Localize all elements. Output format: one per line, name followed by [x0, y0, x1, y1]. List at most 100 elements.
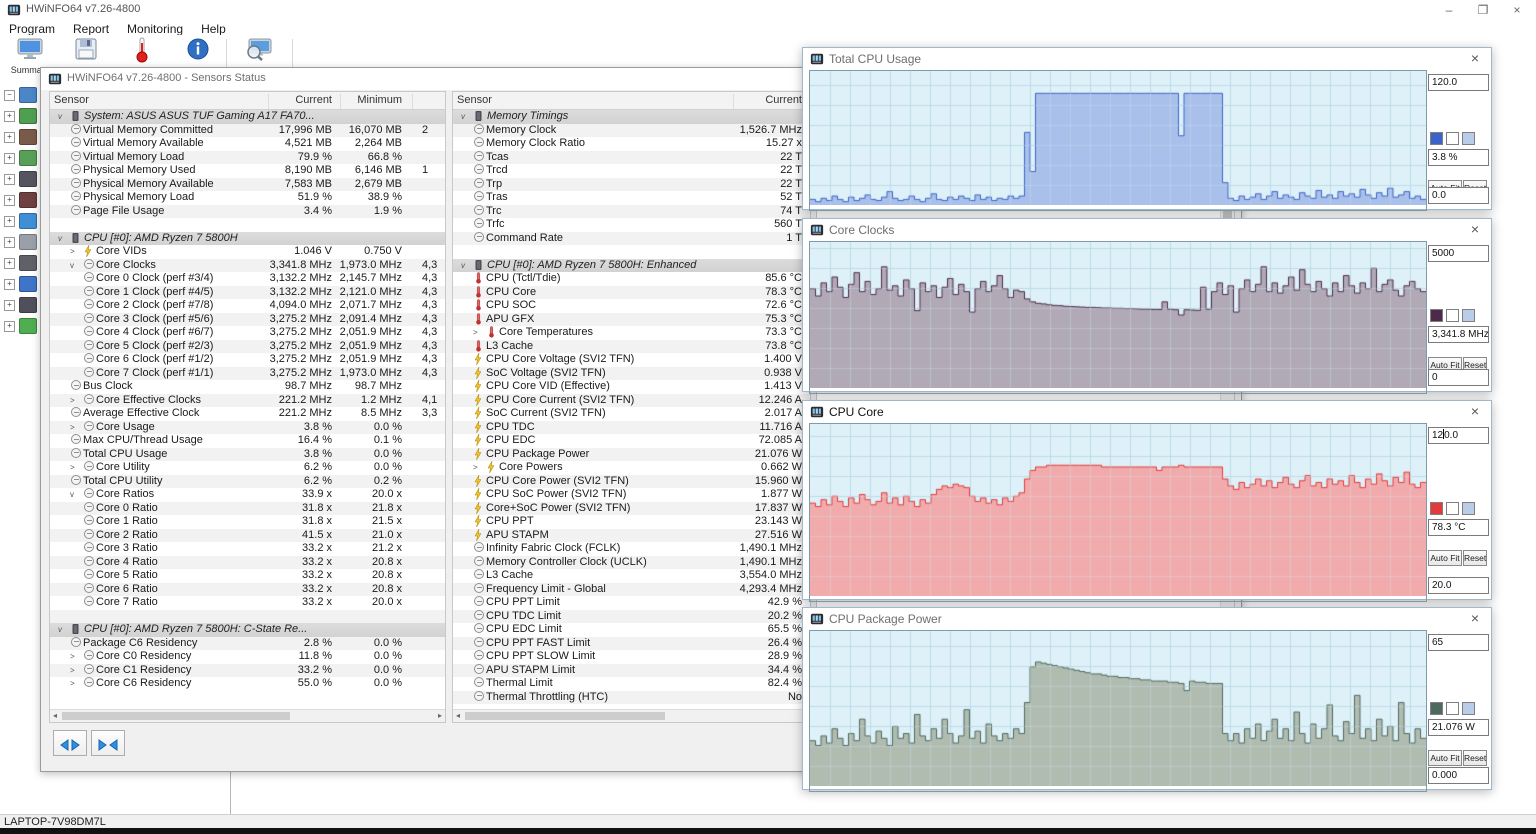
sensor-row[interactable]: Core 4 Ratio33.2 x20.8 x — [50, 556, 445, 570]
sensor-row[interactable]: >Core VIDs1.046 V0.750 V — [50, 245, 445, 259]
sensor-row[interactable]: Core 3 Clock (perf #5/6)3,275.2 MHz2,091… — [50, 313, 445, 327]
graph-titlebar[interactable]: CPU Core× — [803, 401, 1491, 423]
sensor-row[interactable]: Core 0 Clock (perf #3/4)3,132.2 MHz2,145… — [50, 272, 445, 286]
sensor-row[interactable]: >Core Utility6.2 %0.0 % — [50, 461, 445, 475]
collapse-icon[interactable]: − — [4, 90, 15, 101]
chevron-right-icon[interactable]: > — [70, 461, 75, 475]
expand-icon[interactable]: + — [4, 153, 15, 164]
chevron-down-icon[interactable]: v — [461, 259, 465, 273]
expand-icon[interactable]: + — [4, 216, 15, 227]
sensor-row[interactable]: Frequency Limit - Global4,293.4 MHz — [453, 583, 810, 597]
sensor-row[interactable]: Core 2 Ratio41.5 x21.0 x — [50, 529, 445, 543]
auto-fit-button[interactable]: Auto Fit — [1428, 750, 1462, 766]
chevron-down-icon[interactable]: v — [461, 110, 465, 124]
sensor-row[interactable]: CPU Core Power (SVI2 TFN)15.960 W — [453, 475, 810, 489]
line-color-swatch[interactable] — [1430, 502, 1443, 515]
expand-icon[interactable]: + — [4, 132, 15, 143]
sensor-row[interactable]: Trp22 T — [453, 178, 810, 192]
sensor-row[interactable]: CPU Package Power21.076 W — [453, 448, 810, 462]
tree-item-video-adapter[interactable]: + — [2, 191, 40, 209]
tree-item-bus[interactable]: + — [2, 170, 40, 188]
close-icon[interactable]: × — [1467, 610, 1483, 626]
sensor-row[interactable]: Trc74 T — [453, 205, 810, 219]
sensor-row[interactable]: Thermal Throttling (HTC)No — [453, 691, 810, 705]
sensor-row[interactable]: CPU PPT23.143 W — [453, 515, 810, 529]
graph-titlebar[interactable]: Core Clocks× — [803, 219, 1491, 241]
chevron-down-icon[interactable]: v — [58, 623, 62, 637]
sensor-row[interactable]: Bus Clock98.7 MHz98.7 MHz — [50, 380, 445, 394]
sensor-row[interactable]: Infinity Fabric Clock (FCLK)1,490.1 MHz — [453, 542, 810, 556]
sensor-row[interactable]: vCore Ratios33.9 x20.0 x — [50, 488, 445, 502]
sensor-row[interactable]: Physical Memory Load51.9 %38.9 % — [50, 191, 445, 205]
chevron-down-icon[interactable]: v — [58, 232, 62, 246]
sensor-row[interactable]: CPU SoC Power (SVI2 TFN)1.877 W — [453, 488, 810, 502]
sensor-row[interactable]: Package C6 Residency2.8 %0.0 % — [50, 637, 445, 651]
sensor-row[interactable]: Core 7 Ratio33.2 x20.0 x — [50, 596, 445, 610]
sensor-row[interactable]: Core 1 Clock (perf #4/5)3,132.2 MHz2,121… — [50, 286, 445, 300]
expand-icon[interactable]: + — [4, 237, 15, 248]
tree-item-memory[interactable]: + — [2, 149, 40, 167]
sensor-row[interactable]: Total CPU Utility6.2 %0.2 % — [50, 475, 445, 489]
sensor-row[interactable]: >Core Usage3.8 %0.0 % — [50, 421, 445, 435]
sensor-row[interactable]: Core 2 Clock (perf #7/8)4,094.0 MHz2,071… — [50, 299, 445, 313]
tree-item-audio[interactable]: + — [2, 254, 40, 272]
sensor-row[interactable]: vCPU [#0]: AMD Ryzen 7 5800H: C-State Re… — [50, 623, 445, 637]
sensor-row[interactable]: >Core C6 Residency55.0 %0.0 % — [50, 677, 445, 691]
sensor-row[interactable]: Tcas22 T — [453, 151, 810, 165]
line-color-swatch[interactable] — [1430, 132, 1443, 145]
sensor-row[interactable]: Tras52 T — [453, 191, 810, 205]
horizontal-scrollbar[interactable]: ◂▸ — [50, 709, 445, 722]
sensor-row[interactable]: Virtual Memory Available4,521 MB2,264 MB — [50, 137, 445, 151]
sensor-row[interactable]: Core 4 Clock (perf #6/7)3,275.2 MHz2,051… — [50, 326, 445, 340]
graph-titlebar[interactable]: Total CPU Usage× — [803, 48, 1491, 70]
sensor-row[interactable]: Virtual Memory Load79.9 %66.8 % — [50, 151, 445, 165]
chevron-right-icon[interactable]: > — [70, 394, 75, 408]
sensor-row[interactable]: APU STAPM Limit34.4 % — [453, 664, 810, 678]
expand-icon[interactable]: + — [4, 300, 15, 311]
sensor-row[interactable]: Physical Memory Available7,583 MB2,679 M… — [50, 178, 445, 192]
sensor-row[interactable]: Max CPU/Thread Usage16.4 %0.1 % — [50, 434, 445, 448]
sensor-row[interactable]: Core 6 Ratio33.2 x20.8 x — [50, 583, 445, 597]
sensor-row[interactable]: CPU PPT FAST Limit26.4 % — [453, 637, 810, 651]
sensor-row[interactable]: Core 7 Clock (perf #1/1)3,275.2 MHz1,973… — [50, 367, 445, 381]
tree-item-monitor[interactable]: + — [2, 212, 40, 230]
grid-color-swatch[interactable] — [1462, 309, 1475, 322]
reset-button[interactable]: Reset — [1463, 550, 1487, 566]
sensor-row[interactable]: Physical Memory Used8,190 MB6,146 MB1 — [50, 164, 445, 178]
sensor-row[interactable]: Memory Clock Ratio15.27 x — [453, 137, 810, 151]
graph-min-input[interactable]: 0 — [1428, 369, 1489, 386]
sensor-row[interactable]: >Core C0 Residency11.8 %0.0 % — [50, 650, 445, 664]
sensor-row[interactable]: Total CPU Usage3.8 %0.0 % — [50, 448, 445, 462]
chevron-down-icon[interactable]: v — [58, 110, 62, 124]
sensor-row[interactable]: L3 Cache3,554.0 MHz — [453, 569, 810, 583]
chevron-right-icon[interactable]: > — [70, 421, 75, 435]
chevron-right-icon[interactable]: > — [70, 677, 75, 691]
sensor-row[interactable]: CPU EDC72.085 A — [453, 434, 810, 448]
sensor-row[interactable]: Memory Clock1,526.7 MHz — [453, 124, 810, 138]
sensor-row[interactable]: Command Rate1 T — [453, 232, 810, 246]
chevron-right-icon[interactable]: > — [70, 245, 75, 259]
sensor-row[interactable]: Virtual Memory Committed17,996 MB16,070 … — [50, 124, 445, 138]
sensor-row[interactable]: vCPU [#0]: AMD Ryzen 7 5800H — [50, 232, 445, 246]
sensor-row[interactable]: Core 1 Ratio31.8 x21.5 x — [50, 515, 445, 529]
sensor-row[interactable]: Core 5 Ratio33.2 x20.8 x — [50, 569, 445, 583]
tree-item-drives[interactable]: + — [2, 233, 40, 251]
sensor-row[interactable]: vMemory Timings — [453, 110, 810, 124]
tree-item-network[interactable]: + — [2, 275, 40, 293]
chevron-right-icon[interactable]: > — [473, 326, 478, 340]
sensor-row[interactable]: L3 Cache73.8 °C — [453, 340, 810, 354]
sensor-row[interactable]: Core+SoC Power (SVI2 TFN)17.837 W — [453, 502, 810, 516]
sensor-row[interactable]: CPU SOC72.6 °C — [453, 299, 810, 313]
sensor-row[interactable]: CPU TDC11.716 A — [453, 421, 810, 435]
grid-color-swatch[interactable] — [1462, 702, 1475, 715]
graph-max-input[interactable]: 120.0 — [1428, 427, 1489, 444]
sensor-row[interactable]: Page File Usage3.4 %1.9 % — [50, 205, 445, 219]
graph-min-input[interactable]: 0.000 — [1428, 767, 1489, 784]
pane-header[interactable]: SensorCurrentMinimum — [50, 92, 445, 110]
reset-button[interactable]: Reset — [1463, 750, 1487, 766]
sensor-row[interactable]: CPU EDC Limit65.5 % — [453, 623, 810, 637]
sensor-row[interactable]: Memory Controller Clock (UCLK)1,490.1 MH… — [453, 556, 810, 570]
sensor-row[interactable]: CPU TDC Limit20.2 % — [453, 610, 810, 624]
horizontal-scrollbar[interactable]: ◂▸ — [453, 709, 810, 722]
chevron-down-icon[interactable]: v — [70, 488, 74, 502]
